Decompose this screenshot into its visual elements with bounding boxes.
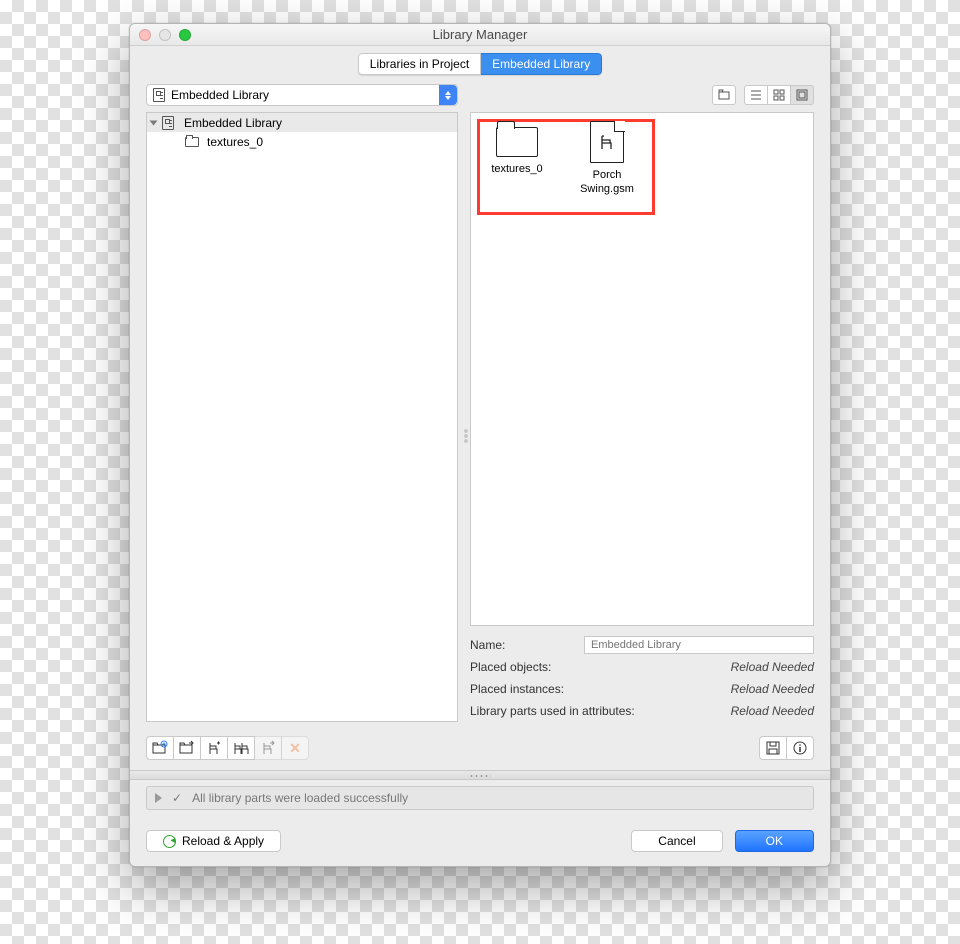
disclosure-icon[interactable] (155, 793, 162, 803)
view-list-button[interactable] (744, 85, 768, 105)
footer: Reload & Apply Cancel OK (130, 826, 830, 866)
save-icon (766, 741, 780, 755)
tab-embedded-library[interactable]: Embedded Library (481, 53, 602, 75)
zoom-window-button[interactable] (179, 29, 191, 41)
tree-child-row[interactable]: textures_0 (147, 132, 457, 151)
info-button[interactable] (786, 736, 814, 760)
splitter-grip[interactable] (130, 770, 830, 780)
view-large-icons-button[interactable] (790, 85, 814, 105)
reload-icon (163, 835, 176, 848)
reload-label: Reload & Apply (182, 834, 264, 848)
close-window-button[interactable] (139, 29, 151, 41)
ok-button[interactable]: OK (735, 830, 814, 852)
tree-root-label: Embedded Library (184, 116, 282, 130)
tree-root-row[interactable]: Embedded Library (147, 113, 457, 132)
library-tree[interactable]: Embedded Library textures_0 (146, 112, 458, 722)
tree-child-label: textures_0 (207, 135, 263, 149)
delete-button: ✕ (281, 736, 309, 760)
view-small-icons-button[interactable] (767, 85, 791, 105)
status-bar: ✓ All library parts were loaded successf… (146, 786, 814, 810)
cancel-button[interactable]: Cancel (631, 830, 722, 852)
tab-libraries-in-project[interactable]: Libraries in Project (358, 53, 481, 75)
x-icon: ✕ (289, 740, 301, 757)
titlebar: Library Manager (130, 24, 830, 46)
placed-instances-value: Reload Needed (731, 682, 814, 696)
placed-instances-label: Placed instances: (470, 682, 564, 696)
view-toolbar (470, 84, 814, 106)
window-title: Library Manager (433, 27, 528, 42)
folder-icon (496, 127, 538, 157)
details-panel: Name: Placed objects: Reload Needed Plac… (470, 634, 814, 722)
placed-objects-value: Reload Needed (731, 660, 814, 674)
dropdown-label: Embedded Library (171, 88, 269, 102)
document-icon (590, 121, 624, 163)
tab-bar: Libraries in Project Embedded Library (130, 46, 830, 84)
export-folder-button[interactable] (173, 736, 201, 760)
folder-icon (185, 137, 199, 147)
status-message: All library parts were loaded successful… (192, 791, 408, 805)
check-icon: ✓ (172, 791, 182, 805)
save-button[interactable] (759, 736, 787, 760)
attributes-value: Reload Needed (731, 704, 814, 718)
disclosure-triangle-icon[interactable] (150, 120, 158, 125)
cancel-label: Cancel (658, 834, 695, 848)
items-grid[interactable]: textures_0 Porch Swing.gsm (470, 112, 814, 626)
name-label: Name: (470, 638, 505, 652)
attributes-label: Library parts used in attributes: (470, 704, 635, 718)
pane-resize-handle[interactable] (464, 429, 470, 443)
add-folder-button[interactable] (146, 736, 174, 760)
export-object-button (254, 736, 282, 760)
add-object-button[interactable] (200, 736, 228, 760)
reload-apply-button[interactable]: Reload & Apply (146, 830, 281, 852)
placed-objects-label: Placed objects: (470, 660, 551, 674)
library-manager-window: Library Manager Libraries in Project Emb… (129, 23, 831, 867)
action-toolbar: ✕ (146, 732, 814, 764)
chair-icon (598, 133, 616, 151)
window-controls (139, 29, 191, 41)
library-icon (153, 88, 165, 102)
ok-label: OK (766, 834, 783, 848)
dropdown-stepper-icon (439, 85, 457, 105)
info-icon (793, 741, 807, 755)
up-folder-button[interactable] (712, 85, 736, 105)
minimize-window-button[interactable] (159, 29, 171, 41)
multi-object-button[interactable] (227, 736, 255, 760)
name-input[interactable] (584, 636, 814, 654)
library-icon (162, 116, 174, 130)
library-dropdown[interactable]: Embedded Library (146, 84, 458, 106)
